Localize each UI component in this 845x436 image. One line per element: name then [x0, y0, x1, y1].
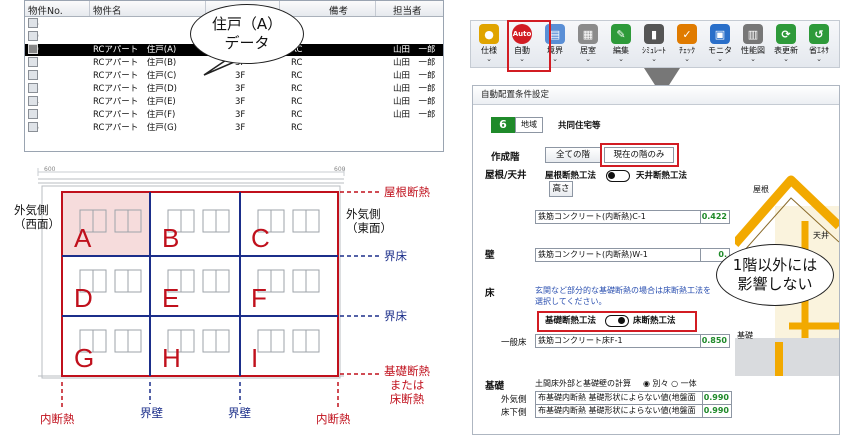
wall-section-label: 壁 [485, 250, 495, 261]
room-icon: ▦ [578, 24, 598, 44]
chevron-down-icon[interactable]: ⌄ [574, 56, 602, 63]
general-floor-label: 一般床 [501, 338, 527, 348]
inner-insulation-right: 内断熱 [316, 412, 351, 426]
opt-separate-radio[interactable]: ◉ 別々 [643, 379, 669, 388]
unit-label-f: F [251, 283, 267, 313]
performance-chart-icon: ▥ [743, 24, 763, 44]
outer-perimeter-label: 外気側 [501, 395, 527, 405]
under-floor-field[interactable]: 布基礎内断熱 基礎形状によらない値(地盤面 [535, 404, 703, 418]
foundation-calc-label: 土間床外部と基礎壁の計算 [535, 379, 631, 388]
roof-method-toggle[interactable] [606, 170, 630, 182]
floor-note-2: 選択してください。 [535, 297, 607, 306]
toolbar-button-energy[interactable]: ↺ 省ｴﾈｻ ⌄ [805, 23, 833, 63]
chevron-down-icon[interactable]: ⌄ [772, 56, 800, 63]
unit-label-d: D [74, 283, 93, 313]
auto-button-highlight [507, 20, 551, 72]
spec-icon: ● [479, 24, 499, 44]
foundation-options[interactable]: ◉ 別々 ○ 一体 [643, 378, 697, 389]
chevron-down-icon[interactable]: ⌄ [706, 56, 734, 63]
floor-boundary-label-2: 界床 [384, 309, 407, 323]
roof-section-label: 屋根/天井 [485, 170, 527, 181]
chevron-down-icon[interactable]: ⌄ [607, 56, 635, 63]
roof-method-on: 屋根断熱工法 [545, 171, 597, 181]
floor-method-on: 基礎断熱工法 [545, 316, 597, 326]
roof-value[interactable]: 0.422 [700, 210, 730, 224]
inner-insulation-left: 内断熱 [40, 412, 75, 426]
region-number: 6 [491, 117, 515, 133]
check-icon: ✓ [677, 24, 697, 44]
floor-value[interactable]: 0.850 [700, 334, 730, 348]
chevron-down-icon[interactable]: ⌄ [673, 56, 701, 63]
unit-label-e: E [162, 283, 179, 313]
current-floor-highlight [600, 143, 679, 167]
diagram-foundation-label: 基礎 [737, 330, 753, 340]
building-type: 共同住宅等 [558, 121, 601, 131]
floor-boundary-label-1: 界床 [384, 249, 407, 263]
unit-label-i: I [251, 343, 258, 373]
unit-label-b: B [162, 223, 179, 253]
under-floor-value[interactable]: 0.990 [702, 404, 732, 418]
floor-method-off: 床断熱工法 [633, 316, 676, 326]
dim-left: 600 [44, 166, 56, 173]
foundation-section-label: 基礎 [485, 381, 505, 392]
all-floors-button[interactable]: 全ての階 [545, 147, 601, 163]
target-floor-label: 作成階 [491, 152, 520, 163]
diagram-roof-label: 屋根 [753, 184, 769, 194]
energy-icon: ↺ [809, 24, 829, 44]
height-button[interactable]: 高さ [549, 181, 573, 197]
toolbar-button-simulate[interactable]: ▮ ｼﾐｭﾚｰﾄ ⌄ [640, 23, 668, 63]
toolbar-button-performance-chart[interactable]: ▥ 性能図 ⌄ [739, 23, 767, 63]
unit-label-g: G [74, 343, 94, 373]
region-button[interactable]: 地域 [515, 117, 543, 133]
toolbar-button-table-update[interactable]: ⟳ 表更新 ⌄ [772, 23, 800, 63]
floor-note-1: 玄関など部分的な基礎断熱の場合は床断熱工法を [535, 286, 711, 295]
outer-perimeter-value[interactable]: 0.990 [702, 391, 732, 405]
under-floor-label: 床下側 [501, 408, 527, 418]
wall-material-field[interactable]: 鉄筋コンクリート(内断熱)W-1 [535, 248, 701, 262]
floor-section-label: 床 [485, 288, 495, 299]
party-wall-label-1: 界壁 [140, 406, 163, 420]
chevron-down-icon[interactable]: ⌄ [640, 56, 668, 63]
callout-floor-scope: 1階以外には 影響しない [716, 244, 834, 306]
callout-unit-data: 住戸（A） データ [190, 4, 304, 64]
simulate-icon: ▮ [644, 24, 664, 44]
unit-label-h: H [162, 343, 181, 373]
roof-material-field[interactable]: 鉄筋コンクリート(内断熱)C-1 [535, 210, 701, 224]
chevron-down-icon[interactable]: ⌄ [805, 56, 833, 63]
diagram-ceiling-label: 天井 [813, 230, 829, 240]
floor-method-toggle[interactable] [605, 315, 629, 327]
toolbar-button-room[interactable]: ▦ 居室 ⌄ [574, 23, 602, 63]
party-wall-label-2: 界壁 [228, 406, 251, 420]
toolbar-button-spec[interactable]: ● 仕様 ⌄ [475, 23, 503, 63]
left-outer-label: 外気側 （西面） [14, 203, 60, 231]
foundation-insulation-label: 基礎断熱 または 床断熱 [384, 364, 430, 406]
toolbar-button-check[interactable]: ✓ ﾁｪｯｸ ⌄ [673, 23, 701, 63]
roof-insulation-label: 屋根断熱 [384, 185, 430, 199]
monitor-icon: ▣ [710, 24, 730, 44]
dialog-title: 自動配置条件設定 [473, 86, 839, 105]
unit-label-a: A [74, 223, 92, 253]
chevron-down-icon[interactable]: ⌄ [739, 56, 767, 63]
unit-label-c: C [251, 223, 270, 253]
table-update-icon: ⟳ [776, 24, 796, 44]
right-outer-label: 外気側 （東面） [346, 207, 392, 235]
roof-method-off: 天井断熱工法 [636, 171, 688, 181]
edit-icon: ✎ [611, 24, 631, 44]
chevron-down-icon[interactable]: ⌄ [475, 56, 503, 63]
floor-material-field[interactable]: 鉄筋コンクリート床F-1 [535, 334, 701, 348]
toolbar-button-edit[interactable]: ✎ 編集 ⌄ [607, 23, 635, 63]
dim-right: 600 [334, 166, 346, 173]
opt-together-radio[interactable]: ○ 一体 [671, 379, 697, 388]
toolbar-button-monitor[interactable]: ▣ モニタ ⌄ [706, 23, 734, 63]
outer-perimeter-field[interactable]: 布基礎内断熱 基礎形状によらない値(地盤面 [535, 391, 703, 405]
